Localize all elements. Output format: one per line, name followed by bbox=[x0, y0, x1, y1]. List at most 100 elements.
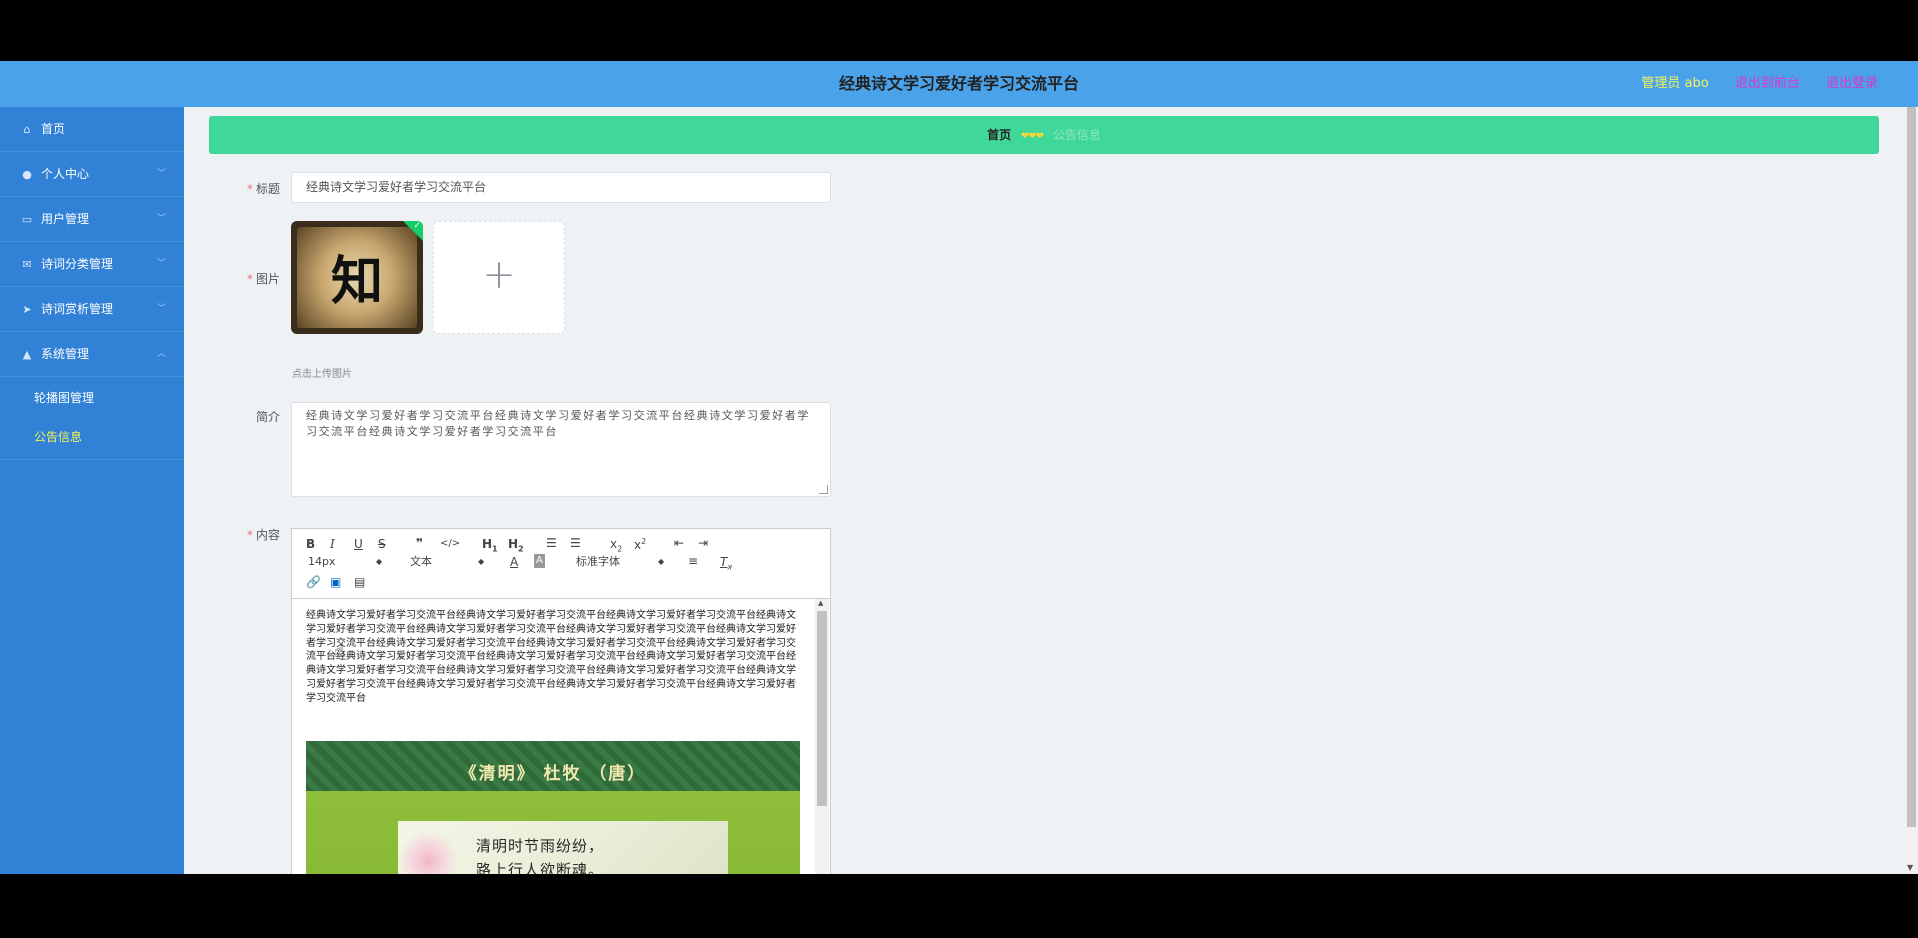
sidebar-item-label: 个人中心 bbox=[41, 167, 90, 181]
admin-user-label: 管理员 abo bbox=[1641, 76, 1709, 91]
content-label-text: 内容 bbox=[255, 528, 280, 542]
title-input[interactable]: 经典诗文学习爱好者学习交流平台 bbox=[291, 172, 831, 203]
font-size-value: 14px bbox=[308, 555, 336, 568]
add-image-button[interactable]: + bbox=[433, 221, 565, 334]
poem-line-1: 清明时节雨纷纷， bbox=[476, 837, 605, 855]
poem-image: 《清明》 杜牧 （唐） 清明时节雨纷纷， 路上行人欲断魂。 bbox=[306, 741, 800, 874]
blossom-decoration bbox=[398, 831, 458, 874]
intro-text: 经典诗文学习爱好者学习交流平台经典诗文学习爱好者学习交流平台经典诗文学习爱好者学… bbox=[306, 409, 810, 438]
content-label: * 内容 bbox=[200, 526, 280, 543]
editor-content[interactable]: 经典诗文学习爱好者学习交流平台经典诗文学习爱好者学习交流平台经典诗文学习爱好者学… bbox=[306, 609, 800, 706]
poem-line-2: 路上行人欲断魂。 bbox=[476, 861, 605, 874]
rich-text-editor: B I U S ❞ </> H1 H2 ☰ ☰ x2 x2 ⇤ ⇥ 14px ◆… bbox=[291, 528, 831, 874]
chevron-down-icon: ﹀ bbox=[156, 259, 166, 269]
select-arrows-icon: ◆ bbox=[478, 557, 485, 566]
uploaded-image-thumbnail[interactable]: 知 ✓ bbox=[291, 221, 423, 334]
image-label: * 图片 bbox=[200, 270, 280, 287]
page-scrollbar-thumb[interactable] bbox=[1907, 107, 1916, 827]
sidebar-item-label: 诗词赏析管理 bbox=[41, 302, 114, 316]
sidebar: ⌂ 首页 ● 个人中心 ﹀ ▭ 用户管理 ﹀ ✉ 诗词分类管理 ﹀ ➤ 诗词赏析管理 ﹀ … bbox=[0, 107, 184, 874]
text-color-icon[interactable]: A bbox=[510, 555, 518, 569]
superscript-icon[interactable]: x2 bbox=[634, 535, 646, 552]
id-card-icon: ▭ bbox=[21, 213, 33, 226]
title-label: * 标题 bbox=[200, 180, 280, 197]
bold-icon[interactable]: B bbox=[306, 537, 315, 551]
chevron-down-icon: ﹀ bbox=[156, 304, 166, 314]
logout-link[interactable]: 退出登录 bbox=[1826, 76, 1878, 91]
background-color-icon[interactable]: A bbox=[534, 554, 545, 568]
code-block-icon[interactable]: </> bbox=[440, 537, 460, 551]
image-label-text: 图片 bbox=[255, 272, 280, 286]
sidebar-item-label: 诗词分类管理 bbox=[41, 257, 114, 271]
breadcrumb-home[interactable]: 首页 bbox=[987, 128, 1011, 142]
send-icon: ➤ bbox=[22, 303, 32, 316]
font-family-select[interactable]: 标准字体 ◆ bbox=[576, 555, 666, 569]
app-window: 经典诗文学习爱好者学习交流平台 管理员 abo 退出到前台 退出登录 ⌂ 首页 ●… bbox=[0, 61, 1918, 874]
system-submenu: 轮播图管理 公告信息 bbox=[0, 377, 184, 460]
editor-scrollbar-thumb[interactable] bbox=[817, 611, 827, 806]
align-icon[interactable]: ≡ bbox=[688, 554, 698, 568]
required-mark: * bbox=[246, 528, 253, 542]
editor-scrollbar[interactable]: ▲ bbox=[815, 599, 829, 874]
thumbnail-character: 知 bbox=[330, 251, 383, 312]
header-select-value: 文本 bbox=[410, 555, 432, 568]
image-icon[interactable]: ▣ bbox=[330, 575, 341, 589]
sidebar-item-label: 系统管理 bbox=[41, 347, 90, 361]
title-label-text: 标题 bbox=[255, 182, 280, 196]
upload-tip: 点击上传图片 bbox=[292, 369, 352, 380]
subscript-icon[interactable]: x2 bbox=[610, 537, 622, 556]
page-scrollbar[interactable]: ▼ bbox=[1905, 107, 1918, 874]
clear-format-icon[interactable]: Tx bbox=[720, 555, 732, 574]
poem-title: 《清明》 杜牧 （唐） bbox=[459, 764, 647, 784]
sidebar-item-label: 用户管理 bbox=[41, 212, 90, 226]
select-arrows-icon: ◆ bbox=[658, 557, 665, 566]
sidebar-item-label: 首页 bbox=[41, 122, 66, 136]
intro-textarea[interactable]: 经典诗文学习爱好者学习交流平台经典诗文学习爱好者学习交流平台经典诗文学习爱好者学… bbox=[291, 402, 831, 497]
sidebar-item-users[interactable]: ▭ 用户管理 ﹀ bbox=[0, 197, 184, 242]
sidebar-item-profile[interactable]: ● 个人中心 ﹀ bbox=[0, 152, 184, 197]
scroll-up-icon[interactable]: ▲ bbox=[818, 599, 823, 607]
required-mark: * bbox=[246, 182, 253, 196]
video-icon[interactable]: ▤ bbox=[354, 575, 365, 589]
intro-label: 简介 bbox=[200, 408, 280, 425]
chevron-down-icon: ﹀ bbox=[156, 169, 166, 179]
indent-icon[interactable]: ⇥ bbox=[698, 536, 708, 550]
heading2-icon[interactable]: H2 bbox=[508, 537, 524, 556]
top-right-links: 管理员 abo 退出到前台 退出登录 bbox=[1619, 61, 1878, 107]
italic-icon[interactable]: I bbox=[330, 537, 335, 551]
resize-handle[interactable] bbox=[819, 485, 828, 494]
font-family-value: 标准字体 bbox=[576, 555, 620, 568]
strike-icon[interactable]: S bbox=[378, 537, 386, 551]
mail-icon: ✉ bbox=[22, 258, 32, 271]
heading1-icon[interactable]: H1 bbox=[482, 537, 498, 556]
back-to-front-link[interactable]: 退出到前台 bbox=[1735, 76, 1800, 91]
ordered-list-icon[interactable]: ☰ bbox=[546, 536, 557, 550]
editor-toolbar: B I U S ❞ </> H1 H2 ☰ ☰ x2 x2 ⇤ ⇥ 14px ◆… bbox=[292, 529, 830, 599]
sidebar-item-poem-category[interactable]: ✉ 诗词分类管理 ﹀ bbox=[0, 242, 184, 287]
scroll-down-icon[interactable]: ▼ bbox=[1907, 863, 1913, 872]
intro-label-text: 简介 bbox=[255, 410, 280, 424]
link-icon[interactable]: 🔗 bbox=[306, 575, 321, 589]
sidebar-subitem-carousel[interactable]: 轮播图管理 bbox=[0, 379, 184, 418]
font-size-select[interactable]: 14px ◆ bbox=[308, 555, 384, 569]
sidebar-item-home[interactable]: ⌂ 首页 bbox=[0, 107, 184, 152]
breadcrumb: 首页 ❤❤❤ 公告信息 bbox=[209, 116, 1879, 154]
poem-card: 清明时节雨纷纷， 路上行人欲断魂。 bbox=[398, 821, 728, 874]
top-bar: 经典诗文学习爱好者学习交流平台 管理员 abo 退出到前台 退出登录 bbox=[0, 61, 1918, 107]
sidebar-item-system[interactable]: ▲ 系统管理 ︿ bbox=[0, 332, 184, 377]
home-icon: ⌂ bbox=[23, 123, 31, 136]
chevron-up-icon: ︿ bbox=[156, 349, 166, 359]
select-arrows-icon: ◆ bbox=[376, 557, 383, 566]
sidebar-item-poem-analysis[interactable]: ➤ 诗词赏析管理 ﹀ bbox=[0, 287, 184, 332]
required-mark: * bbox=[246, 272, 253, 286]
check-icon: ✓ bbox=[413, 221, 421, 231]
blockquote-icon[interactable]: ❞ bbox=[416, 536, 423, 550]
chevron-down-icon: ﹀ bbox=[156, 214, 166, 224]
header-select[interactable]: 文本 ◆ bbox=[410, 555, 486, 569]
bullet-list-icon[interactable]: ☰ bbox=[570, 536, 581, 550]
sidebar-subitem-announcement[interactable]: 公告信息 bbox=[0, 418, 184, 457]
outdent-icon[interactable]: ⇤ bbox=[674, 536, 684, 550]
user-icon: ● bbox=[22, 168, 32, 181]
underline-icon[interactable]: U bbox=[354, 537, 363, 551]
hand-cursor-icon: ☝ bbox=[334, 641, 345, 662]
